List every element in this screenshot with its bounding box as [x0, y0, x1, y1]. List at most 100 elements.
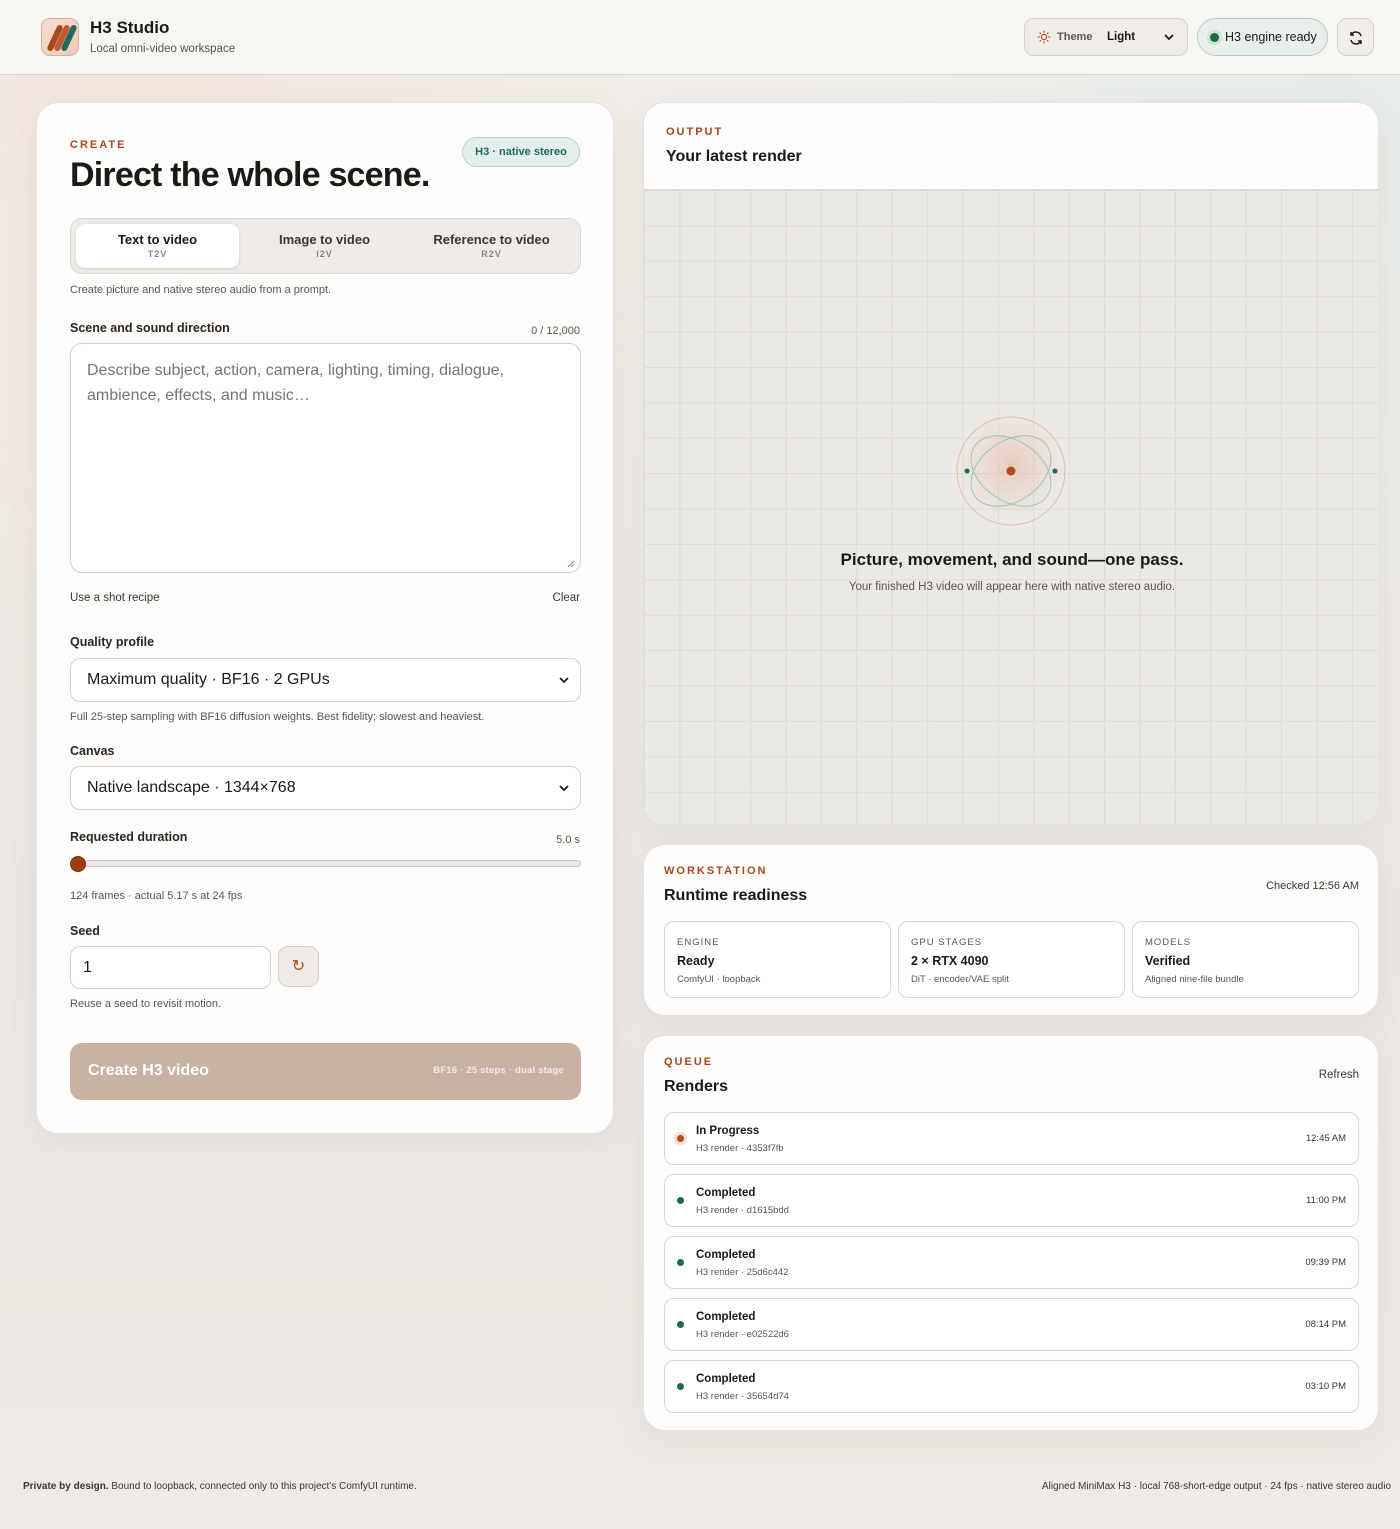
output-title: Your latest render: [666, 148, 802, 165]
tab-code: I2V: [316, 249, 333, 259]
status-dot: [677, 1259, 684, 1266]
workstation-title: Runtime readiness: [664, 887, 808, 904]
create-video-meta: BF16 · 25 steps · dual stage: [433, 1065, 564, 1076]
create-headline: Direct the whole scene.: [70, 156, 430, 194]
footer-privacy-text: Bound to loopback, connected only to thi…: [108, 1481, 417, 1492]
seed-hint: Reuse a seed to revisit motion.: [70, 998, 222, 1010]
stat-engine: ENGINE Ready ComfyUI · loopback: [664, 921, 891, 998]
canvas-select[interactable]: Native landscape · 1344×768: [70, 766, 581, 810]
empty-state-title: Picture, movement, and sound—one pass.: [840, 550, 1184, 569]
seed-label: Seed: [70, 924, 100, 938]
stat-detail: DiT · encoder/VAE split: [911, 974, 1009, 985]
tab-reference-to-video[interactable]: Reference to video R2V: [410, 224, 573, 268]
prompt-textarea[interactable]: [70, 343, 581, 573]
quality-label: Quality profile: [70, 635, 155, 649]
seed-input[interactable]: 1: [70, 946, 271, 989]
theme-select[interactable]: Theme Light: [1024, 18, 1188, 56]
duration-label: Requested duration: [70, 830, 188, 844]
queue-item[interactable]: Completed H3 render · 35654d74 03:10 PM: [664, 1360, 1359, 1413]
theme-value: Light: [1107, 31, 1136, 43]
queue-item-time: 09:39 PM: [1305, 1257, 1346, 1268]
output-preview-area: Picture, movement, and sound—one pass. Y…: [644, 190, 1378, 824]
tab-label: Text to video: [117, 232, 198, 247]
workstation-eyebrow: WORKSTATION: [664, 865, 768, 877]
chevron-down-icon: [559, 785, 569, 792]
tab-text-to-video[interactable]: Text to video T2V: [76, 224, 239, 268]
stat-models: MODELS Verified Aligned nine-file bundle: [1132, 921, 1359, 998]
stat-key: GPU STAGES: [911, 937, 983, 948]
workstation-panel: WORKSTATION Runtime readiness Checked 12…: [643, 844, 1379, 1016]
stat-value: Verified: [1145, 954, 1191, 968]
status-dot: [677, 1197, 684, 1204]
theme-label: Theme: [1057, 31, 1093, 43]
output-header: OUTPUT Your latest render: [644, 103, 1378, 190]
sun-icon: [1037, 30, 1051, 44]
queue-item-id: H3 render · 25d6c442: [696, 1267, 789, 1278]
app-title: H3 Studio: [90, 18, 170, 37]
prompt-counter: 0 / 12,000: [531, 325, 580, 337]
clear-link[interactable]: Clear: [553, 592, 580, 604]
queue-item-id: H3 render · 4353f7fb: [696, 1143, 784, 1154]
create-eyebrow: CREATE: [70, 139, 127, 151]
engine-status-text: H3 engine ready: [1225, 30, 1317, 44]
duration-slider-thumb[interactable]: [70, 856, 86, 872]
mode-hint: Create picture and native stereo audio f…: [70, 284, 332, 296]
stat-key: MODELS: [1145, 937, 1192, 948]
canvas-value: Native landscape · 1344×768: [87, 779, 296, 796]
footer-model-info: Aligned MiniMax H3 · local 768-short-edg…: [1041, 1481, 1391, 1492]
create-video-button[interactable]: Create H3 video BF16 · 25 steps · dual s…: [70, 1043, 581, 1100]
queue-item[interactable]: Completed H3 render · d1615bdd 11:00 PM: [664, 1174, 1359, 1227]
duration-value: 5.0 s: [556, 834, 580, 846]
queue-item-status: Completed: [696, 1311, 756, 1323]
prompt-label: Scene and sound direction: [70, 321, 230, 335]
create-panel: CREATE Direct the whole scene. H3 · nati…: [36, 102, 614, 1134]
quality-select[interactable]: Maximum quality · BF16 · 2 GPUs: [70, 658, 581, 702]
quality-hint: Full 25-step sampling with BF16 diffusio…: [70, 711, 485, 723]
queue-panel: QUEUE Renders Refresh In Progress H3 ren…: [643, 1035, 1379, 1431]
tab-code: R2V: [481, 249, 502, 259]
output-panel: OUTPUT Your latest render Picture, movem…: [643, 102, 1379, 825]
shot-recipe-link[interactable]: Use a shot recipe: [70, 592, 160, 604]
queue-item-status: Completed: [696, 1373, 756, 1385]
queue-item-id: H3 render · 35654d74: [696, 1391, 789, 1402]
queue-eyebrow: QUEUE: [664, 1056, 714, 1068]
empty-state-subtitle: Your finished H3 video will appear here …: [848, 581, 1176, 593]
queue-refresh-button[interactable]: Refresh: [1319, 1069, 1359, 1081]
queue-item-id: H3 render · d1615bdd: [696, 1205, 789, 1216]
tab-label: Reference to video: [433, 232, 550, 247]
top-bar: H3 Studio Local omni-video workspace The…: [0, 0, 1400, 75]
queue-item[interactable]: Completed H3 render · e02522d6 08:14 PM: [664, 1298, 1359, 1351]
stat-key: ENGINE: [677, 937, 720, 948]
create-video-label: Create H3 video: [88, 1062, 209, 1079]
queue-item-time: 08:14 PM: [1305, 1319, 1346, 1330]
queue-item-id: H3 render · e02522d6: [696, 1329, 789, 1340]
seed-value: 1: [83, 959, 92, 976]
queue-item-time: 11:00 PM: [1306, 1195, 1346, 1206]
chevron-down-icon: [559, 677, 569, 684]
checked-timestamp: Checked 12:56 AM: [1266, 880, 1359, 892]
canvas-label: Canvas: [70, 744, 115, 758]
tab-code: T2V: [147, 249, 168, 259]
mode-tabs: Text to video T2V Image to video I2V Ref…: [70, 218, 581, 274]
refresh-icon: [1350, 31, 1362, 45]
queue-item-time: 03:10 PM: [1305, 1381, 1346, 1392]
quality-value: Maximum quality · BF16 · 2 GPUs: [87, 671, 330, 688]
queue-item[interactable]: Completed H3 render · 25d6c442 09:39 PM: [664, 1236, 1359, 1289]
output-eyebrow: OUTPUT: [666, 126, 724, 138]
footer-privacy: Private by design. Bound to loopback, co…: [23, 1481, 417, 1492]
refresh-status-button[interactable]: [1337, 18, 1374, 56]
queue-item[interactable]: In Progress H3 render · 4353f7fb 12:45 A…: [664, 1112, 1359, 1165]
refresh-icon: ↻: [291, 958, 306, 975]
resize-grip-icon[interactable]: [565, 558, 575, 568]
stat-gpu-stages: GPU STAGES 2 × RTX 4090 DiT · encoder/VA…: [898, 921, 1125, 998]
duration-slider-track[interactable]: [77, 860, 581, 867]
tab-image-to-video[interactable]: Image to video I2V: [243, 224, 406, 268]
randomize-seed-button[interactable]: ↻: [278, 946, 319, 987]
engine-status-pill: H3 engine ready: [1197, 18, 1328, 56]
stat-value: Ready: [677, 954, 715, 968]
status-dot: [1210, 33, 1219, 42]
footer-privacy-bold: Private by design.: [23, 1481, 109, 1492]
duration-hint: 124 frames · actual 5.17 s at 24 fps: [70, 890, 243, 902]
app-subtitle: Local omni-video workspace: [90, 43, 236, 55]
queue-item-status: Completed: [696, 1187, 756, 1199]
